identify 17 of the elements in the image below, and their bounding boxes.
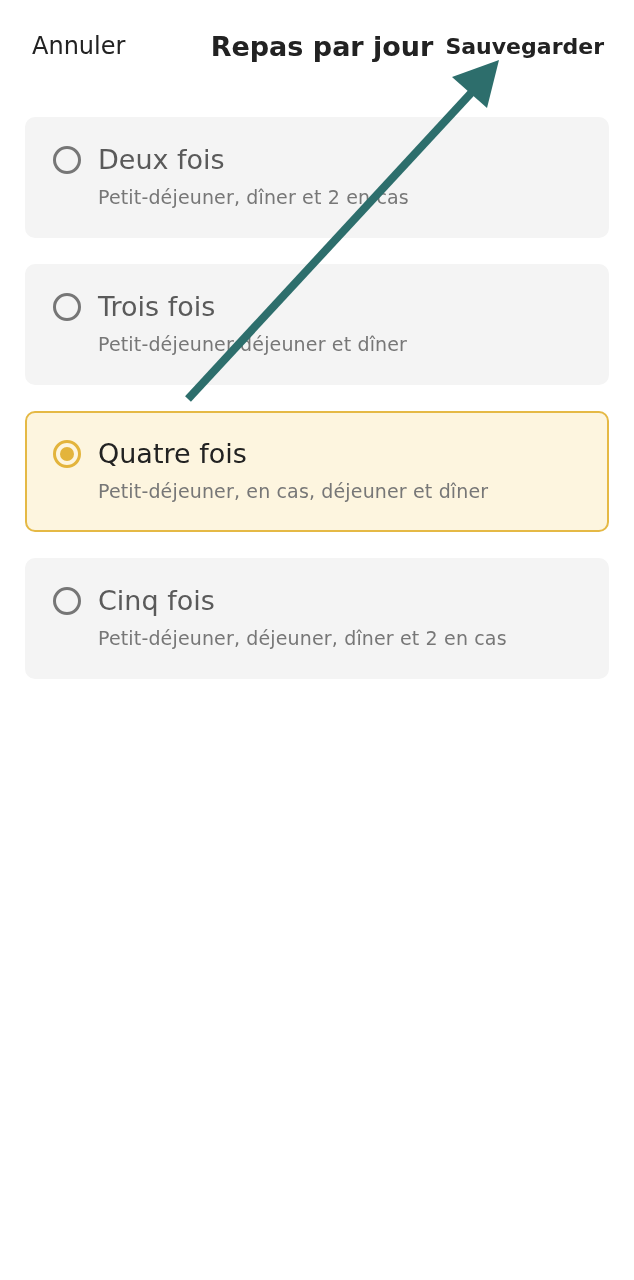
meal-option-card[interactable]: Quatre fois Petit-déjeuner, en cas, déjeuner et dîner xyxy=(25,411,609,532)
option-description: Petit-déjeuner déjeuner et dîner xyxy=(98,332,408,356)
option-description: Petit-déjeuner, déjeuner, dîner et 2 en cas xyxy=(98,626,507,650)
option-title: Trois fois xyxy=(98,290,216,324)
radio-selected-icon xyxy=(53,440,81,468)
option-title: Quatre fois xyxy=(98,437,247,471)
option-description: Petit-déjeuner, en cas, déjeuner et dîner xyxy=(98,479,489,503)
radio-empty-icon xyxy=(53,146,81,174)
meal-option-card[interactable]: Trois fois Petit-déjeuner déjeuner et dîner xyxy=(25,264,609,385)
option-title: Cinq fois xyxy=(98,584,215,618)
meal-option-card[interactable]: Cinq fois Petit-déjeuner, déjeuner, dîner et 2 en cas xyxy=(25,558,609,679)
radio-empty-icon xyxy=(53,293,81,321)
save-button[interactable]: Sauvegarder xyxy=(445,33,604,59)
option-title: Deux fois xyxy=(98,143,225,177)
radio-empty-icon xyxy=(53,587,81,615)
cancel-button[interactable]: Annuler xyxy=(32,32,126,60)
screen-title: Repas par jour xyxy=(210,30,434,62)
